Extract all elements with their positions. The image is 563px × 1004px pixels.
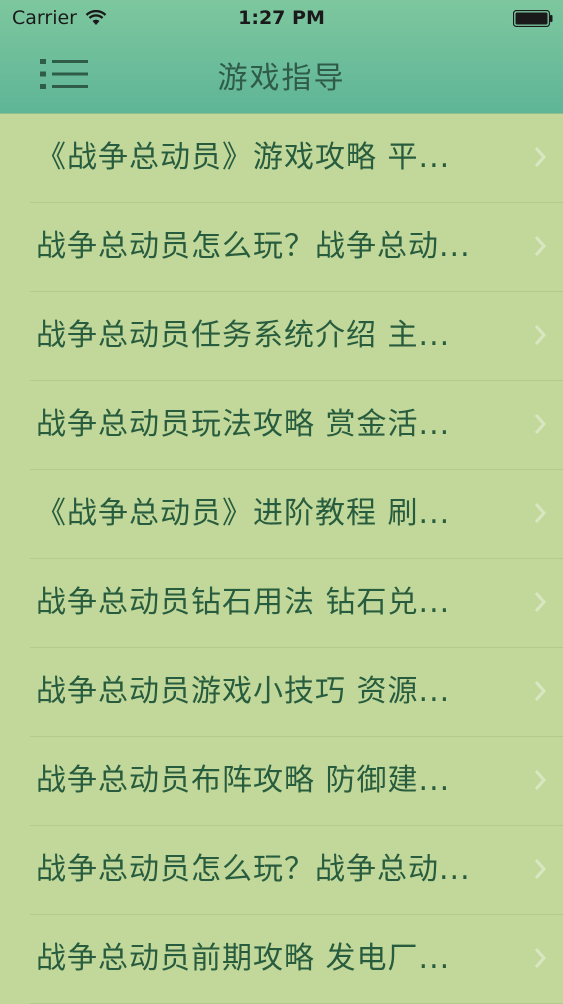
status-bar: Carrier 1:27 PM: [0, 0, 563, 36]
guide-list: 《战争总动员》游戏攻略 平... 战争总动员怎么玩？战争总动... 战争总动员任…: [0, 114, 563, 1004]
list-item-label: 战争总动员游戏小技巧 资源...: [36, 674, 451, 709]
chevron-right-icon: [534, 236, 547, 256]
battery-icon: [513, 10, 553, 27]
list-item-label: 战争总动员前期攻略 发电厂...: [36, 941, 451, 976]
list-item-label: 《战争总动员》游戏攻略 平...: [36, 140, 451, 175]
list-item[interactable]: 战争总动员前期攻略 发电厂...: [30, 915, 563, 1004]
chevron-right-icon: [534, 414, 547, 434]
chevron-right-icon: [534, 592, 547, 612]
list-item[interactable]: 战争总动员布阵攻略 防御建...: [30, 737, 563, 826]
chevron-right-icon: [534, 770, 547, 790]
chevron-right-icon: [534, 503, 547, 523]
list-item-label: 战争总动员布阵攻略 防御建...: [36, 763, 451, 798]
list-item[interactable]: 《战争总动员》进阶教程 刷...: [30, 470, 563, 559]
chevron-right-icon: [534, 948, 547, 968]
list-item[interactable]: 战争总动员游戏小技巧 资源...: [30, 648, 563, 737]
list-item[interactable]: 战争总动员怎么玩？战争总动...: [30, 203, 563, 292]
list-item[interactable]: 战争总动员怎么玩？战争总动...: [30, 826, 563, 915]
list-item-label: 《战争总动员》进阶教程 刷...: [36, 496, 451, 531]
list-item[interactable]: 《战争总动员》游戏攻略 平...: [30, 114, 563, 203]
list-item[interactable]: 战争总动员玩法攻略 赏金活...: [30, 381, 563, 470]
list-item-label: 战争总动员怎么玩？战争总动...: [36, 229, 471, 264]
chevron-right-icon: [534, 325, 547, 345]
navigation-bar: 游戏指导: [0, 36, 563, 113]
list-item-label: 战争总动员玩法攻略 赏金活...: [36, 407, 451, 442]
app-header: Carrier 1:27 PM 游戏指导: [0, 0, 563, 114]
page-title: 游戏指导: [217, 61, 346, 96]
list-item-label: 战争总动员怎么玩？战争总动...: [36, 852, 471, 887]
chevron-right-icon: [534, 859, 547, 879]
chevron-right-icon: [534, 147, 547, 167]
list-item[interactable]: 战争总动员钻石用法 钻石兑...: [30, 559, 563, 648]
list-item-label: 战争总动员任务系统介绍 主...: [36, 318, 451, 353]
status-time: 1:27 PM: [238, 7, 325, 29]
list-item-label: 战争总动员钻石用法 钻石兑...: [36, 585, 451, 620]
list-item[interactable]: 战争总动员任务系统介绍 主...: [30, 292, 563, 381]
chevron-right-icon: [534, 681, 547, 701]
